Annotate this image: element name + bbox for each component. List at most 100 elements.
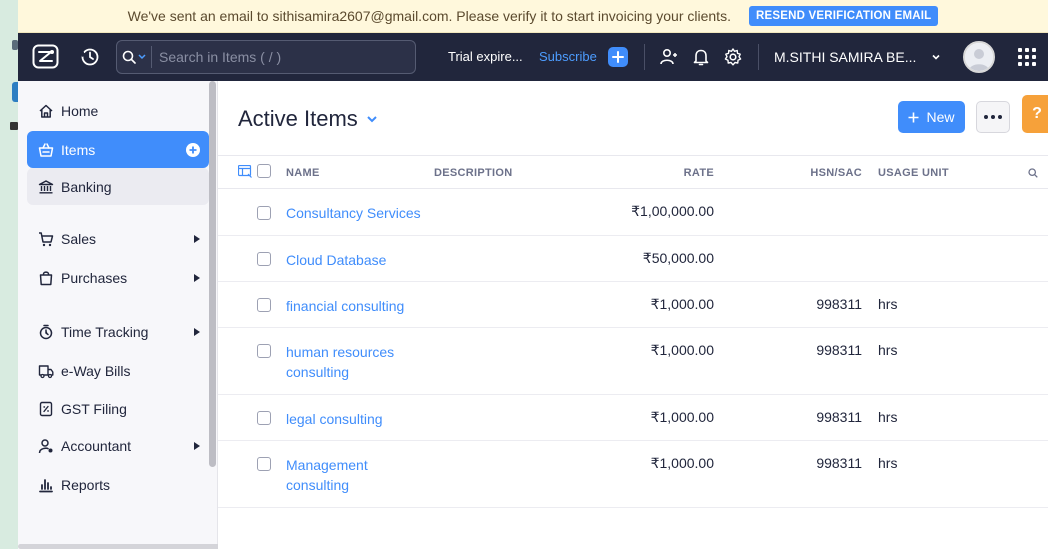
avatar[interactable]: [963, 41, 995, 73]
row-checkbox[interactable]: [257, 206, 271, 220]
desktop-edge: [0, 0, 18, 549]
search-icon[interactable]: [1028, 168, 1038, 178]
sidebar-scrollbar[interactable]: [209, 81, 216, 467]
item-hsn: 998311: [816, 296, 862, 312]
gear-icon[interactable]: [723, 47, 743, 67]
more-options-button[interactable]: [976, 101, 1010, 133]
search-bar[interactable]: [116, 40, 416, 74]
table-header: NAME DESCRIPTION RATE HSN/SAC USAGE UNIT: [218, 155, 1048, 189]
select-all-checkbox[interactable]: [257, 164, 271, 178]
sidebar-item-time-tracking[interactable]: Time Tracking: [27, 313, 209, 350]
item-rate: ₹1,000.00: [650, 409, 714, 425]
column-header-description[interactable]: DESCRIPTION: [434, 167, 512, 179]
bank-icon: [37, 178, 55, 196]
item-name-link[interactable]: financial consulting: [286, 296, 426, 316]
topbar-divider: [644, 44, 645, 70]
subscribe-link[interactable]: Subscribe: [539, 49, 597, 64]
sidebar-item-label: Reports: [61, 476, 111, 493]
item-rate: ₹1,000.00: [650, 342, 714, 358]
basket-icon: [37, 141, 55, 159]
sidebar-item-accountant[interactable]: Accountant: [27, 427, 209, 464]
organization-name[interactable]: M.SITHI SAMIRA BE...: [774, 49, 916, 65]
page-title[interactable]: Active Items: [238, 106, 378, 132]
quick-create-button[interactable]: [608, 47, 628, 67]
item-name-link[interactable]: legal consulting: [286, 409, 426, 429]
row-checkbox[interactable]: [257, 344, 271, 358]
column-header-usage-unit[interactable]: USAGE UNIT: [878, 167, 949, 179]
item-unit: hrs: [878, 409, 898, 425]
item-name-link[interactable]: Management consulting: [286, 455, 386, 495]
recent-history-icon[interactable]: [80, 47, 100, 67]
sidebar-item-label: Banking: [61, 178, 112, 195]
trial-status[interactable]: Trial expire...: [448, 49, 523, 64]
item-unit: hrs: [878, 296, 898, 312]
banner-message: We've sent an email to sithisamira2607@g…: [127, 8, 731, 24]
user-placeholder-icon: [965, 43, 993, 71]
table-row[interactable]: legal consulting ₹1,000.00 998311 hrs: [218, 395, 1048, 441]
search-icon: [122, 50, 136, 64]
row-checkbox[interactable]: [257, 298, 271, 312]
item-name-link[interactable]: human resources consulting: [286, 342, 406, 382]
item-unit: hrs: [878, 455, 898, 471]
apps-grid-icon[interactable]: [1018, 48, 1036, 66]
sidebar: Home Items Banking Sales Purchases Time …: [18, 81, 298, 549]
row-checkbox[interactable]: [257, 411, 271, 425]
column-header-name[interactable]: NAME: [286, 167, 320, 179]
sidebar-item-gst-filing[interactable]: GST Filing: [27, 390, 209, 427]
help-button[interactable]: ?: [1022, 95, 1048, 133]
plus-icon: [612, 51, 624, 63]
chevron-down-icon: [138, 54, 146, 60]
caret-right-icon: [194, 274, 200, 282]
item-rate: ₹1,00,000.00: [631, 203, 714, 219]
sidebar-item-label: Sales: [61, 230, 97, 247]
sidebar-item-label: GST Filing: [61, 400, 127, 417]
column-header-hsn-sac[interactable]: HSN/SAC: [810, 167, 862, 179]
home-icon: [37, 102, 55, 120]
item-name-link[interactable]: Cloud Database: [286, 250, 426, 270]
sidebar-item-home[interactable]: Home: [27, 92, 209, 129]
accountant-icon: [37, 437, 55, 455]
sidebar-item-reports[interactable]: Reports: [27, 466, 209, 503]
cart-icon: [37, 230, 55, 248]
search-filter-toggle[interactable]: [117, 41, 151, 73]
top-bar: Trial expire... Subscribe M.SITHI SAMIRA…: [18, 33, 1048, 81]
sidebar-item-purchases[interactable]: Purchases: [27, 259, 209, 296]
ellipsis-icon: [984, 115, 988, 119]
sidebar-item-banking[interactable]: Banking: [27, 168, 209, 205]
bag-icon: [37, 269, 55, 287]
table-row[interactable]: human resources consulting ₹1,000.00 998…: [218, 328, 1048, 395]
sidebar-item-items[interactable]: Items: [27, 131, 209, 168]
sidebar-item-eway-bills[interactable]: e-Way Bills: [27, 352, 209, 389]
caret-right-icon: [194, 442, 200, 450]
sidebar-item-label: Items: [61, 141, 96, 158]
column-header-rate[interactable]: RATE: [684, 167, 714, 179]
add-item-icon[interactable]: [186, 143, 200, 157]
sidebar-item-sales[interactable]: Sales: [27, 220, 209, 257]
table-row[interactable]: financial consulting ₹1,000.00 998311 hr…: [218, 282, 1048, 328]
column-customize-icon[interactable]: [238, 165, 252, 178]
item-name-link[interactable]: Consultancy Services: [286, 203, 436, 223]
refer-users-icon[interactable]: [659, 47, 679, 67]
resend-verification-button[interactable]: RESEND VERIFICATION EMAIL: [748, 6, 939, 26]
item-unit: hrs: [878, 342, 898, 358]
page-title-text: Active Items: [238, 106, 358, 131]
main-content: Active Items New ? NAME DESCRIPTION RATE…: [218, 81, 1048, 549]
item-hsn: 998311: [816, 342, 862, 358]
row-checkbox[interactable]: [257, 457, 271, 471]
search-input[interactable]: [152, 49, 415, 65]
bell-icon[interactable]: [691, 47, 711, 67]
row-checkbox[interactable]: [257, 252, 271, 266]
chevron-down-icon: [367, 116, 377, 123]
sidebar-item-label: e-Way Bills: [61, 362, 131, 379]
caret-right-icon: [194, 235, 200, 243]
table-row[interactable]: Consultancy Services ₹1,00,000.00: [218, 189, 1048, 236]
sidebar-item-label: Purchases: [61, 269, 128, 286]
table-row[interactable]: Management consulting ₹1,000.00 998311 h…: [218, 441, 1048, 508]
item-rate: ₹1,000.00: [650, 455, 714, 471]
chevron-down-icon[interactable]: [930, 51, 942, 63]
new-item-button[interactable]: New: [898, 101, 965, 133]
app-logo-icon[interactable]: [32, 44, 59, 69]
table-row[interactable]: Cloud Database ₹50,000.00: [218, 236, 1048, 282]
topbar-divider: [758, 44, 759, 70]
sidebar-item-label: Accountant: [61, 437, 132, 454]
